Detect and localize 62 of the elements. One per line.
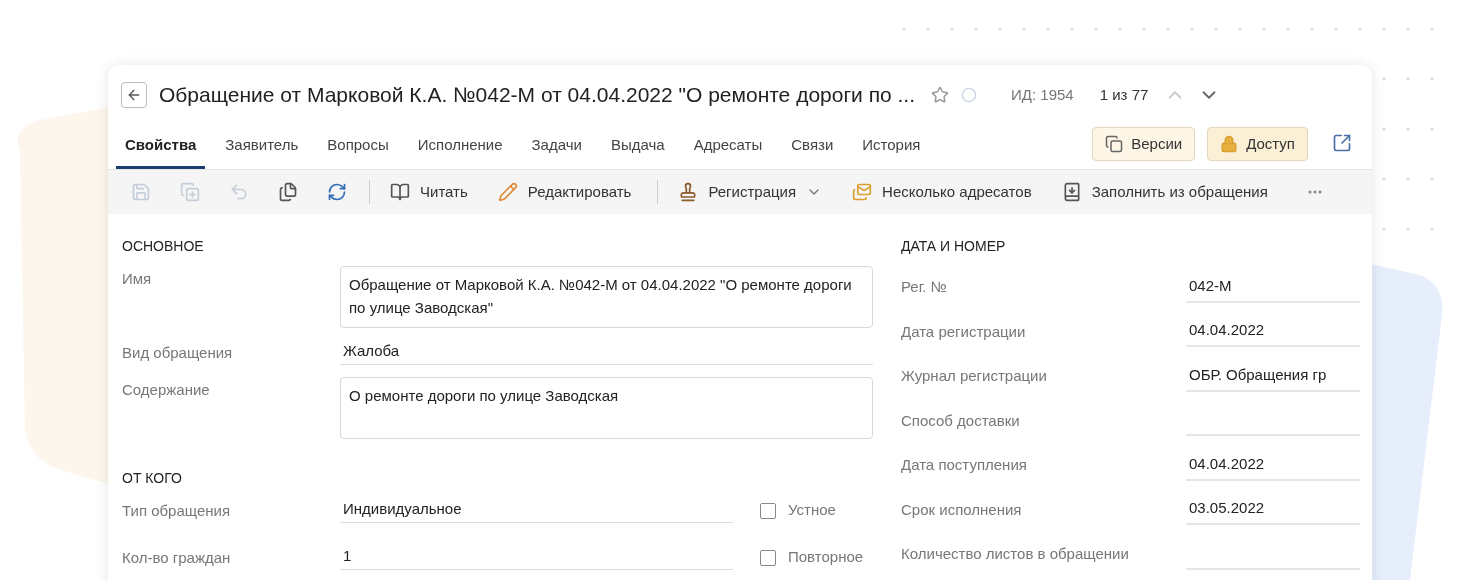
field-label: Дата поступления [901,455,1028,475]
more-icon [1307,190,1322,194]
field-label: Способ доставки [901,410,1021,431]
input-field[interactable]: 1 [340,545,733,570]
tab[interactable]: Вопросы [318,133,398,169]
book-icon [390,182,410,202]
field-label: Кол-во граждан [122,548,232,568]
tab[interactable]: Выдача [601,133,674,169]
field-label: Тип обращения [122,501,232,521]
section-heading: ДАТА И НОМЕР [901,237,1007,256]
copy-plus-icon [179,182,200,202]
input-field[interactable]: ОБР. Обращения гр [1186,363,1360,392]
toolbar-button[interactable]: Читать [382,176,476,208]
checkbox[interactable] [760,502,776,519]
stamp-icon [678,182,699,202]
section-heading: ОТ КОГО [122,469,183,488]
tab[interactable]: История [853,133,930,169]
copy-icon [1105,135,1124,153]
envelopes-icon [852,182,873,202]
star-icon[interactable] [931,86,950,104]
status-circle-icon [961,87,978,103]
text-area[interactable]: Обращение от Марковой К.А. №042-М от 04.04.2022 "О ремонте дороги по улице Заводская" [340,266,873,328]
document-title: Обращение от Марковой К.А. №042-М от 04.04.2022 "О ремонте дороги по ... [159,82,916,109]
checkbox-label: Устное [788,500,836,521]
input-field[interactable]: 03.05.2022 [1186,497,1360,525]
tab[interactable]: Связи [782,133,843,169]
back-button[interactable] [121,82,147,108]
field-label: Дата регистрации [901,321,1027,342]
field-label: Журнал регистрации [901,366,1048,386]
tab[interactable]: Исполнение [408,133,512,169]
checkbox[interactable] [760,549,776,566]
checkbox-label: Повторное [788,547,864,568]
access-button[interactable]: Доступ [1207,127,1308,161]
toolbar-button[interactable]: Заполнить из обращения [1053,176,1276,208]
section-heading: ОСНОВНОЕ [122,237,205,256]
open-in-window-icon[interactable] [1332,133,1352,153]
input-field[interactable]: 042-М [1186,274,1360,303]
field-label: Срок исполнения [901,499,1023,520]
toolbar-button[interactable]: Редактировать [489,176,640,208]
field-label: Количество листов в обращении [901,544,1130,564]
toolbar-button[interactable]: Несколько адресатов [844,176,1040,208]
input-field[interactable]: 04.04.2022 [1186,319,1360,347]
tab[interactable]: Адресаты [684,133,772,169]
documents-icon [277,182,298,202]
input-field[interactable]: Индивидуальное [340,498,733,523]
tab[interactable]: Заявитель [216,133,308,169]
field-label: Содержание [122,380,211,400]
input-field[interactable]: 04.04.2022 [1186,452,1360,481]
record-counter: 1 из 77 [1099,84,1149,105]
tab[interactable]: Задачи [522,133,591,169]
refresh-icon [326,182,347,202]
text-area[interactable]: О ремонте дороги по улице Заводская [340,377,873,439]
versions-button[interactable]: Версии [1092,127,1196,161]
field-label: Вид обращения [122,343,234,363]
undo-icon [228,182,249,202]
id-label: ИД: 1954 [1011,84,1074,105]
padlock-icon [1220,135,1239,153]
pencil-icon [497,182,518,202]
input-field[interactable]: Жалоба [340,340,873,365]
field-label: Рег. № [901,277,948,297]
menu-button[interactable]: Регистрация [670,176,831,208]
field-label: Имя [122,269,153,289]
